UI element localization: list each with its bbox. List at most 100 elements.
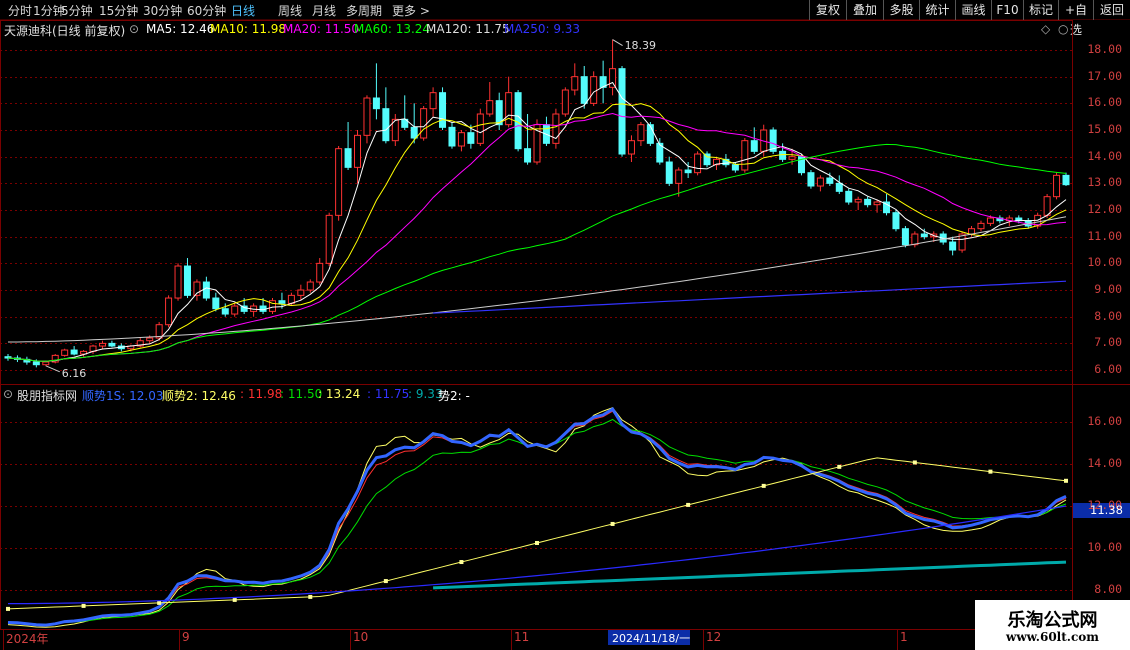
candle [977, 220, 985, 232]
candle [335, 146, 343, 221]
candle-body [911, 233, 919, 246]
candle-body [561, 89, 569, 115]
candle [845, 188, 853, 205]
cursor-date: 2024/11/18/一 [612, 632, 691, 645]
candle [61, 348, 69, 357]
candle-body [580, 76, 588, 104]
candle-body [212, 297, 220, 310]
price-tick: 6.00 [1094, 362, 1122, 377]
candle [618, 66, 626, 157]
candle [656, 138, 664, 165]
candle-body [439, 92, 447, 128]
candle [703, 151, 711, 168]
candle [457, 130, 465, 152]
candle [514, 90, 522, 152]
candle-body [108, 342, 116, 347]
date-label: 10 [353, 630, 369, 644]
candle [51, 354, 59, 364]
slow-dot [383, 579, 388, 584]
date-label: 2024年 [6, 632, 49, 646]
candle-body [590, 76, 598, 104]
candle-body [316, 262, 324, 283]
candle [4, 354, 12, 361]
charts-area [0, 20, 1130, 650]
candle [712, 156, 720, 171]
candle [561, 87, 569, 117]
candle [382, 87, 390, 144]
candle [1043, 194, 1051, 219]
candle-body [646, 124, 654, 144]
candle-body [977, 222, 985, 230]
candle-body [363, 97, 371, 136]
candle-body [816, 177, 824, 187]
slow-dot [81, 603, 86, 608]
candle-body [344, 148, 352, 168]
candle [354, 130, 362, 184]
candle [627, 135, 635, 163]
candle-body [467, 132, 475, 144]
candle-body [146, 337, 154, 342]
candle-body [429, 92, 437, 110]
candle-body [665, 161, 673, 184]
price-tick: 18.00 [1087, 42, 1122, 56]
candle-body [382, 108, 390, 142]
candle-body [892, 212, 900, 230]
candle-body [221, 308, 229, 315]
candle [542, 116, 550, 147]
candle [306, 279, 314, 293]
candle [23, 356, 31, 365]
price-tick: 17.00 [1087, 68, 1122, 83]
indicator-line-fast [7, 407, 1067, 628]
candle-body [448, 126, 456, 147]
candle-body [1062, 174, 1070, 186]
price-tick: 15.00 [1087, 122, 1122, 136]
candle [835, 175, 843, 195]
candle-body [731, 164, 739, 171]
candle-body [1053, 174, 1061, 198]
candle [372, 63, 380, 120]
candle-body [1043, 196, 1051, 216]
slow-dot [912, 460, 917, 465]
candle [231, 303, 239, 317]
candle [429, 87, 437, 117]
candle-body [505, 92, 513, 126]
candle-body [864, 198, 872, 206]
candle [524, 114, 532, 165]
candle-body [297, 289, 305, 296]
candle-body [514, 92, 522, 150]
candle-body [684, 169, 692, 174]
candle-body [70, 349, 78, 355]
candle [448, 122, 456, 149]
slow-dot [308, 594, 313, 599]
watermark-url: www.60lt.com [1006, 630, 1099, 644]
candle-body [524, 148, 532, 163]
watermark-title: 乐淘公式网 [1007, 610, 1098, 631]
candle [637, 122, 645, 147]
indicator-line-blue [7, 407, 1067, 627]
ma250-line [433, 280, 1067, 314]
candle [391, 114, 399, 147]
watermark-logo: 乐淘公式网 www.60lt.com [975, 600, 1130, 650]
date-label: 12 [706, 630, 722, 644]
candle-body [826, 177, 834, 184]
candle [892, 210, 900, 232]
indicator-tick: 8.00 [1094, 582, 1122, 596]
price-tick: 10.00 [1087, 255, 1122, 270]
candle-body [420, 108, 428, 139]
low-annotation: 6.16 [61, 366, 87, 380]
high-marker [612, 39, 623, 47]
candle-body [986, 217, 994, 224]
slow-dot [988, 469, 993, 474]
candle [344, 122, 352, 171]
candle-body [845, 190, 853, 203]
candle-body [32, 361, 40, 366]
slow-dot [459, 560, 464, 565]
candle [420, 106, 428, 141]
indicator-line-green [7, 418, 1067, 625]
candle-body [335, 148, 343, 216]
candle [590, 71, 598, 107]
indicator-line-long [8, 505, 1067, 605]
slow-dot [837, 464, 842, 469]
slow-dot [686, 502, 691, 507]
candle [533, 119, 541, 165]
